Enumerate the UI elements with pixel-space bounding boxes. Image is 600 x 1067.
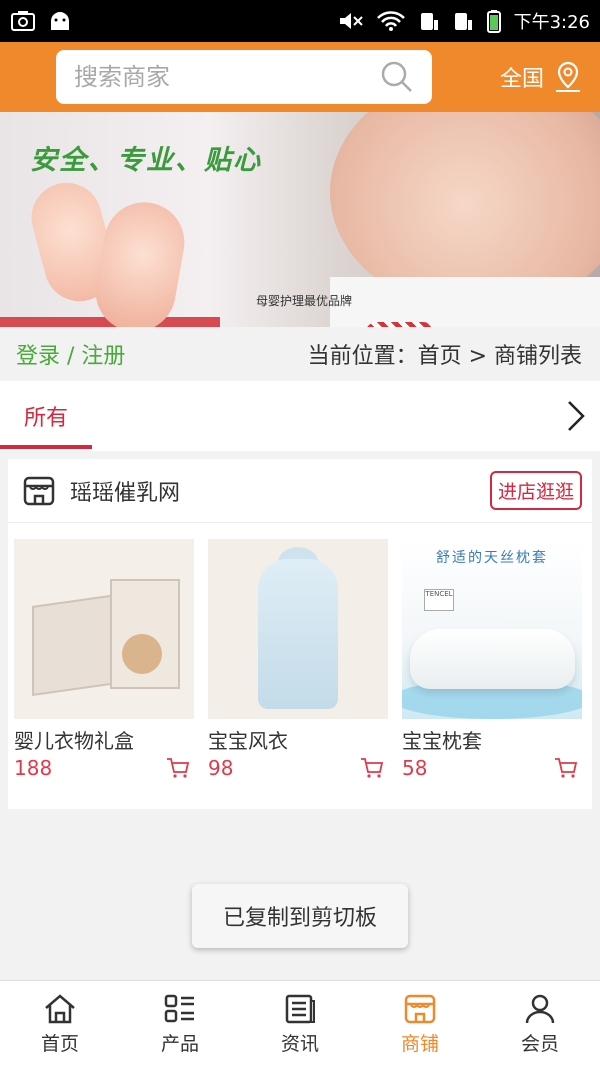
- bottom-nav: 首页 产品 资讯 商铺 会员: [0, 980, 600, 1067]
- user-icon: [525, 994, 555, 1023]
- toast-message: 已复制到剪切板: [192, 884, 408, 948]
- product-name[interactable]: 宝宝风衣: [208, 725, 388, 754]
- news-icon: [285, 994, 315, 1023]
- category-tabs: 所有: [0, 381, 600, 451]
- nav-news[interactable]: 资讯: [240, 981, 360, 1067]
- product-price-row: 188: [14, 756, 194, 780]
- home-icon: [45, 993, 75, 1023]
- location-pin-icon: [556, 61, 580, 92]
- product-name[interactable]: 婴儿衣物礼盒: [14, 725, 194, 754]
- coat-graphic: [258, 559, 338, 709]
- product-price: 98: [208, 756, 234, 780]
- breadcrumb: 当前位置：首页 > 商铺列表: [307, 344, 582, 369]
- sim2-signal-icon: [454, 13, 472, 30]
- product-card[interactable]: 舒适的天丝枕套 TENCEL 宝宝枕套 58: [402, 539, 582, 780]
- cart-icon[interactable]: [554, 757, 578, 779]
- banner-cloth-graphic: [330, 277, 600, 327]
- nav-news-label: 资讯: [280, 1032, 319, 1055]
- shop-header: 瑶瑶催乳网 进店逛逛: [8, 459, 592, 523]
- breadcrumb-bar: 登录 / 注册 当前位置：首页 > 商铺列表: [0, 327, 600, 381]
- chevron-right-icon[interactable]: [566, 399, 586, 433]
- header-bar: 全国: [0, 42, 600, 112]
- nav-member[interactable]: 会员: [480, 981, 600, 1067]
- visit-shop-button[interactable]: 进店逛逛: [489, 471, 582, 510]
- region-selector[interactable]: 全国: [500, 60, 584, 94]
- product-price-row: 98: [208, 756, 388, 780]
- search-input[interactable]: [74, 63, 354, 91]
- tab-all[interactable]: 所有: [0, 381, 92, 451]
- product-price: 188: [14, 756, 53, 780]
- nav-stores[interactable]: 商铺: [360, 981, 480, 1067]
- product-price-row: 58: [402, 756, 582, 780]
- bear-graphic: [122, 634, 162, 674]
- product-price: 58: [402, 756, 428, 780]
- login-register-link[interactable]: 登录 / 注册: [16, 338, 125, 370]
- search-icon[interactable]: [380, 60, 414, 94]
- product-image-pillow[interactable]: 舒适的天丝枕套 TENCEL: [402, 539, 582, 719]
- shop-card: 瑶瑶催乳网 进店逛逛 婴儿衣物礼盒 188 宝宝风衣 98 舒适的天丝枕套 TE…: [8, 459, 592, 809]
- store-icon: [23, 476, 55, 505]
- product-name[interactable]: 宝宝枕套: [402, 725, 582, 754]
- banner-slogan: 安全、专业、贴心: [30, 145, 262, 176]
- nav-products-label: 产品: [160, 1032, 199, 1055]
- region-label: 全国: [499, 67, 544, 92]
- nav-home-label: 首页: [40, 1032, 79, 1055]
- cart-icon[interactable]: [166, 757, 190, 779]
- status-bar: 下午3:26: [0, 0, 600, 42]
- screenshot-icon: [11, 11, 35, 31]
- shop-name[interactable]: 瑶瑶催乳网: [70, 475, 180, 507]
- promo-banner[interactable]: 安全、专业、贴心 母婴护理最优品牌: [0, 112, 600, 327]
- nav-home[interactable]: 首页: [0, 981, 120, 1067]
- product-image-gift-box[interactable]: [14, 539, 194, 719]
- android-icon: [51, 12, 69, 30]
- mute-icon: [339, 13, 363, 29]
- pillow-graphic: [410, 629, 575, 689]
- cart-icon[interactable]: [360, 757, 384, 779]
- product-list: 婴儿衣物礼盒 188 宝宝风衣 98 舒适的天丝枕套 TENCEL 宝宝枕套 5…: [8, 523, 592, 780]
- wifi-icon: [376, 11, 405, 31]
- grid-list-icon: [164, 994, 194, 1022]
- product-card[interactable]: 宝宝风衣 98: [208, 539, 388, 780]
- nav-stores-label: 商铺: [400, 1032, 439, 1055]
- banner-subtitle: 母婴护理最优品牌: [256, 294, 353, 308]
- nav-member-label: 会员: [520, 1032, 559, 1055]
- banner-baby-foot-graphic: [89, 196, 191, 327]
- pillow-image-caption: 舒适的天丝枕套: [436, 550, 548, 566]
- battery-icon: [486, 10, 501, 33]
- nav-products[interactable]: 产品: [120, 981, 240, 1067]
- search-box[interactable]: [56, 50, 432, 104]
- store-icon: [404, 994, 436, 1023]
- pillow-brand-tag: TENCEL: [424, 589, 454, 611]
- sim1-signal-icon: [420, 13, 438, 30]
- product-image-baby-coat[interactable]: [208, 539, 388, 719]
- clock: 下午3:26: [513, 12, 590, 33]
- product-card[interactable]: 婴儿衣物礼盒 188: [14, 539, 194, 780]
